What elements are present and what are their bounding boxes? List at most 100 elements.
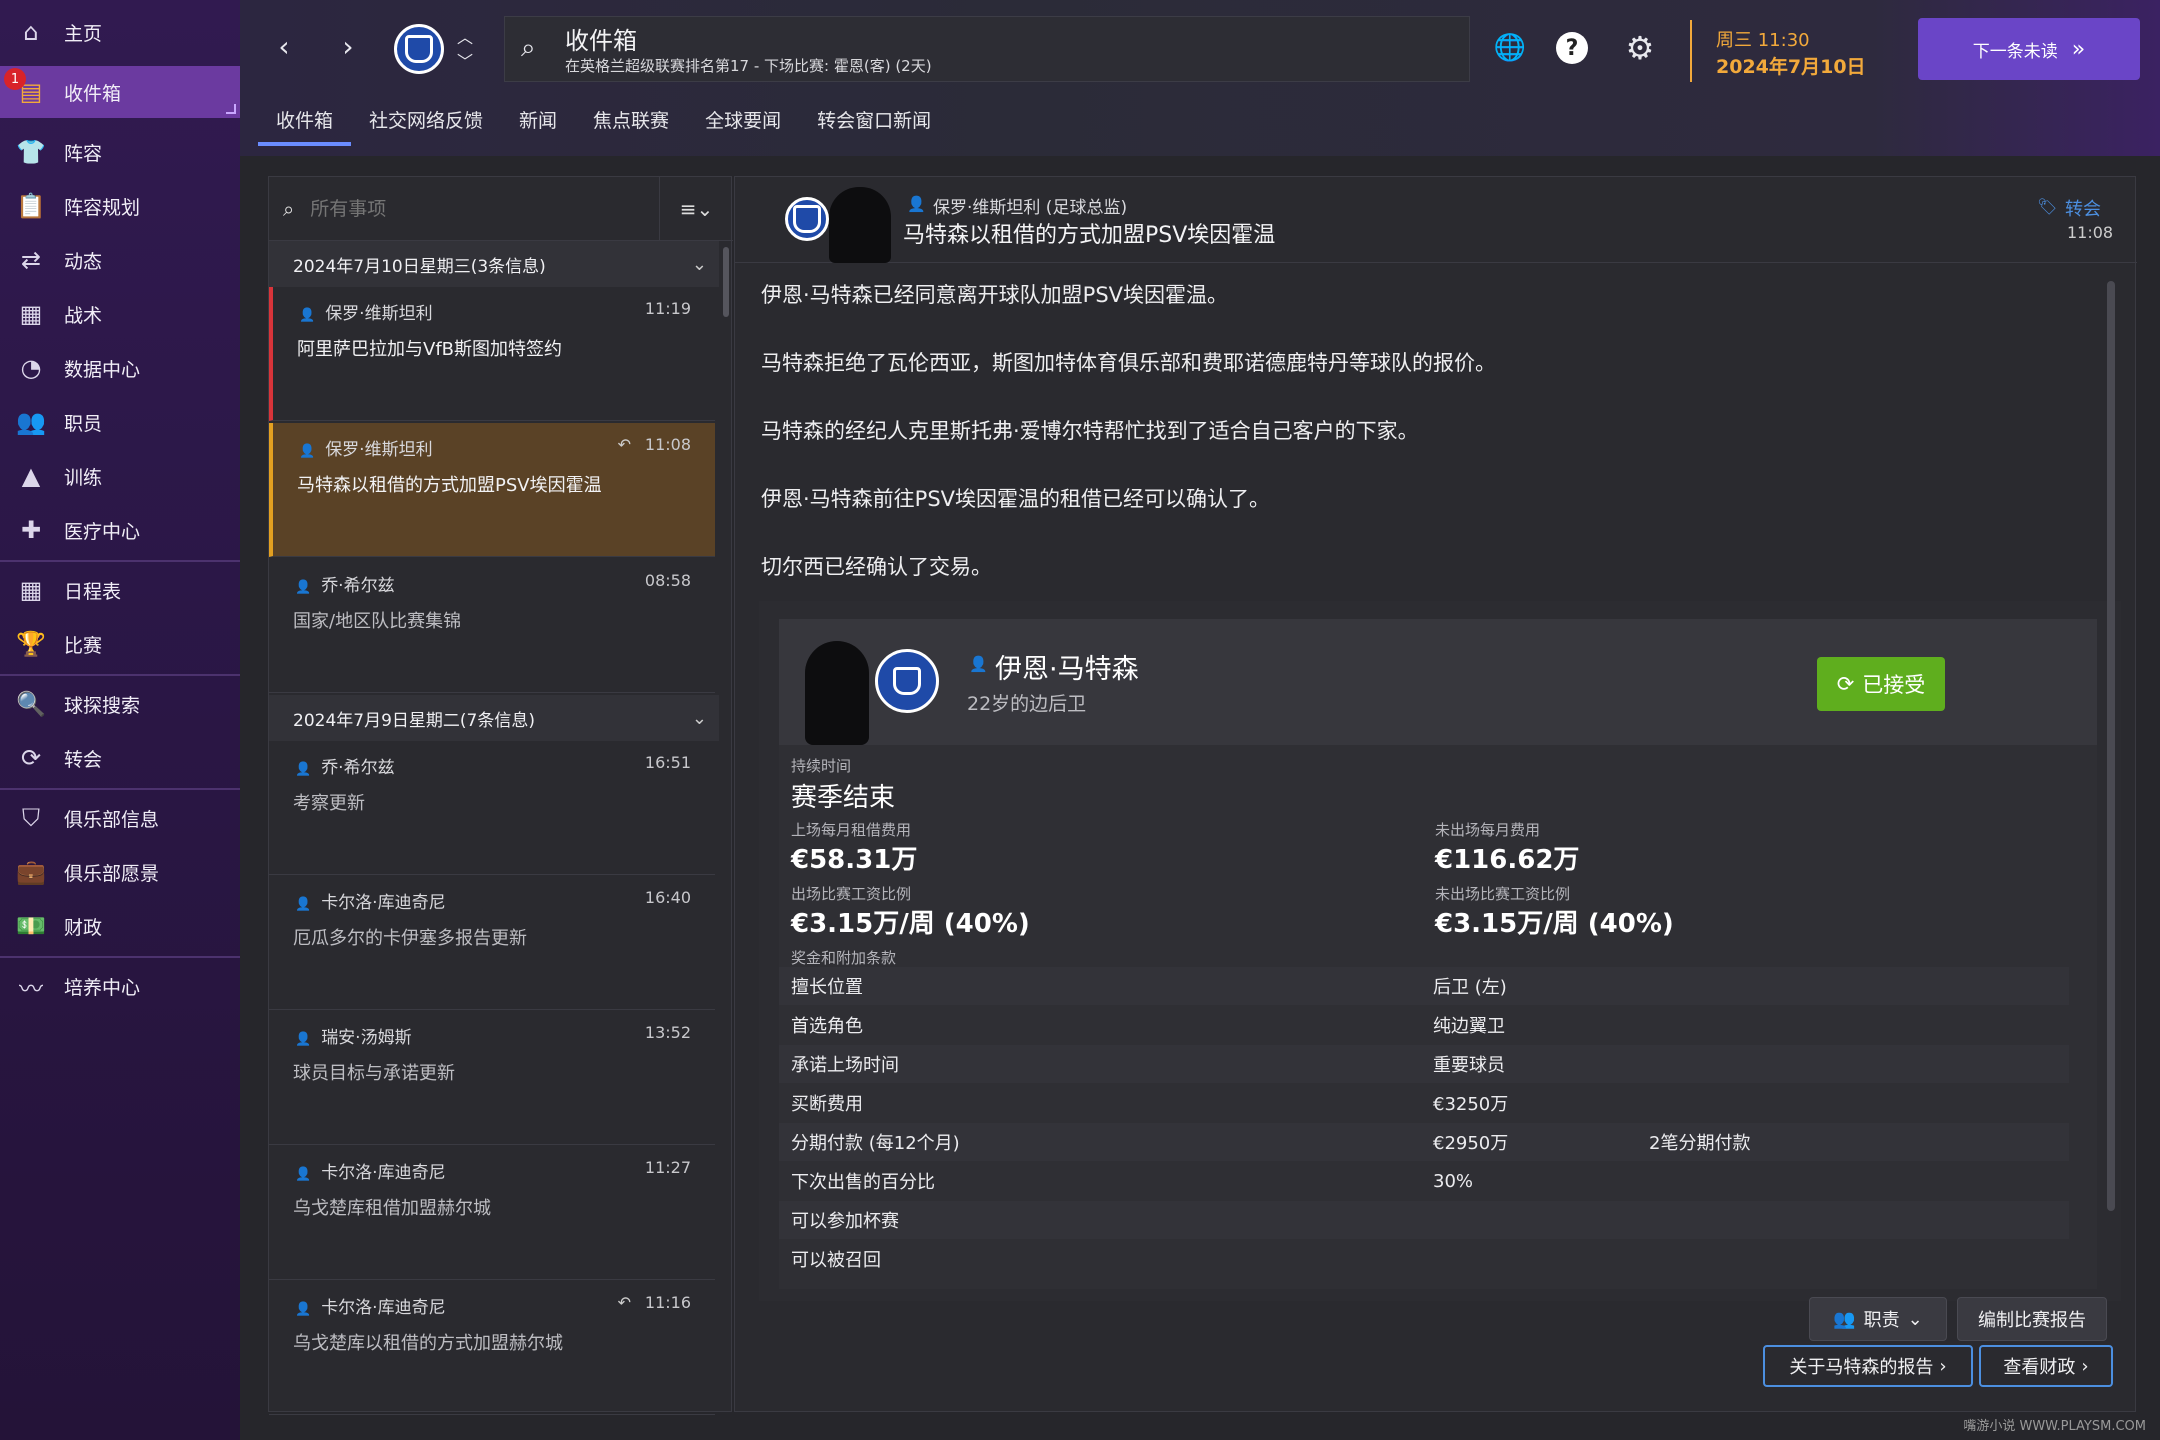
message-paragraph: 马特森的经纪人克里斯托弗·爱博尔特帮忙找到了适合自己客户的下家。 [761, 419, 1419, 443]
group-title: 2024年7月10日星期三(3条信息) [293, 256, 546, 277]
nav-squad[interactable]: 👕 阵容 [0, 126, 240, 178]
tab-inbox[interactable]: 收件箱 [258, 100, 352, 146]
back-button[interactable]: ‹ [264, 26, 304, 66]
nav-scouting[interactable]: 🔍 球探搜索 [0, 678, 240, 730]
nav-label: 主页 [64, 22, 103, 45]
nav-competitions[interactable]: 🏆 比赛 [0, 618, 240, 670]
list-item[interactable]: 乔·希尔兹 08:58 国家/地区队比赛集锦 [269, 559, 715, 693]
tab-transfer-window[interactable]: 转会窗口新闻 [799, 100, 949, 146]
row-key: 可以参加杯赛 [791, 1211, 899, 1232]
help-icon[interactable]: ? [1556, 32, 1588, 64]
next-unread-button[interactable]: 下一条未读 » [1918, 18, 2140, 80]
filter-menu-button[interactable]: ≡⌄ [659, 177, 733, 241]
duty-dropdown-button[interactable]: 👥 职责 ⌄ [1809, 1297, 1947, 1341]
message-time: 11:19 [644, 299, 691, 318]
view-finances-button[interactable]: 查看财政 › [1979, 1345, 2113, 1387]
nav-staff[interactable]: 👥 职员 [0, 396, 240, 448]
nav-home[interactable]: ⌂ 主页 [0, 6, 240, 58]
trophy-icon: 🏆 [16, 630, 46, 658]
current-date: 2024年7月10日 [1716, 56, 1866, 78]
nav-label: 阵容规划 [64, 196, 141, 219]
chevron-down-icon: ⌄ [1907, 1308, 1923, 1330]
message-paragraph: 马特森拒绝了瓦伦西亚，斯图加特体育俱乐部和费耶诺德鹿特丹等球队的报价。 [761, 351, 1496, 375]
nav-label: 训练 [64, 466, 103, 489]
nav-finances[interactable]: 💵 财政 [0, 900, 240, 952]
fee-unplayed-label: 未出场每月费用 [1435, 821, 1541, 839]
nav-data-hub[interactable]: ◔ 数据中心 [0, 342, 240, 394]
list-item[interactable]: 保罗·维斯坦利 11:19 阿里萨巴拉加与VfB斯图加特签约 [269, 287, 715, 421]
nav-transfers[interactable]: ⟳ 转会 [0, 732, 240, 784]
match-report-button[interactable]: 编制比赛报告 [1957, 1297, 2107, 1341]
message-category[interactable]: 转会 [2065, 195, 2101, 221]
group-header-jul9[interactable]: 2024年7月9日星期二(7条信息) ⌄ [269, 695, 719, 741]
club-switcher-arrows[interactable]: ︿ ﹀ [450, 26, 480, 71]
top-bar: ‹ › ︿ ﹀ ⌕ 收件箱 在英格兰超级联赛排名第17 - 下场比赛: 霍恩(客)… [240, 0, 2160, 156]
nav-label: 培养中心 [64, 976, 141, 999]
tab-news[interactable]: 新闻 [501, 100, 575, 146]
player-avatar[interactable] [805, 641, 869, 745]
tab-focus-league[interactable]: 焦点联赛 [575, 100, 687, 146]
list-filter-icon: ≡⌄ [679, 196, 714, 221]
search-input[interactable] [310, 197, 631, 220]
nav-inbox[interactable]: ▤ 收件箱 [0, 66, 240, 118]
nav-label: 阵容 [64, 142, 103, 165]
chevron-down-icon: ⌄ [691, 253, 707, 275]
nav-medical[interactable]: ✚ 医疗中心 [0, 504, 240, 556]
detail-scrollbar[interactable] [2107, 281, 2115, 1211]
search-icon[interactable]: ⌕ [521, 33, 536, 64]
message-sender: 乔·希尔兹 [295, 571, 394, 596]
sender-icon: 👤 [907, 195, 926, 213]
tab-world-news[interactable]: 全球要闻 [687, 100, 799, 146]
message-sender: 瑞安·汤姆斯 [295, 1023, 411, 1048]
nav-squad-planner[interactable]: 📋 阵容规划 [0, 180, 240, 232]
globe-icon[interactable]: 🌐 [1490, 28, 1530, 68]
nav-label: 比赛 [64, 634, 103, 657]
status-badge: ⟳ 已接受 [1817, 657, 1945, 711]
bonus-label: 奖金和附加条款 [791, 949, 897, 967]
nav-development[interactable]: 〰培养中心 [0, 960, 240, 1012]
gear-icon[interactable]: ⚙ [1620, 28, 1660, 68]
inbox-search[interactable]: ⌕ [269, 177, 659, 241]
nav-club-vision[interactable]: 💼 俱乐部愿景 [0, 846, 240, 898]
briefcase-icon: 💼 [16, 858, 46, 886]
message-sender: 保罗·维斯坦利 (足球总监) [933, 198, 1128, 218]
player-name[interactable]: 伊恩·马特森 [995, 647, 1139, 686]
list-item[interactable]: 乔·希尔兹 16:51 考察更新 [269, 741, 715, 875]
inbox-tabs: 收件箱 社交网络反馈 新闻 焦点联赛 全球要闻 转会窗口新闻 [258, 100, 949, 146]
nav-tactics[interactable]: ▦ 战术 [0, 288, 240, 340]
message-sender: 卡尔洛·库迪奇尼 [295, 1293, 445, 1318]
group-header-jul10[interactable]: 2024年7月10日星期三(3条信息) ⌄ [269, 241, 719, 287]
message-time: 13:52 [644, 1023, 691, 1042]
unread-badge: 1 [4, 68, 26, 90]
chevron-right-icon: › [2081, 1355, 2089, 1377]
list-item-selected[interactable]: 保罗·维斯坦利 ↶ 11:08 马特森以租借的方式加盟PSV埃因霍温 [269, 423, 715, 557]
list-item[interactable]: 卡尔洛·库迪奇尼 ↶ 11:16 乌戈楚库以租借的方式加盟赫尔城 [269, 1281, 715, 1415]
list-item[interactable]: 卡尔洛·库迪奇尼 16:40 厄瓜多尔的卡伊塞多报告更新 [269, 876, 715, 1010]
table-row: 可以被召回 [779, 1240, 2069, 1278]
row-value: 后卫 (左) [1433, 977, 1507, 998]
tab-social-feedback[interactable]: 社交网络反馈 [351, 100, 501, 146]
club-crest-icon[interactable] [394, 24, 444, 74]
date-panel[interactable]: 周三 11:30 2024年7月10日 [1690, 20, 1900, 82]
nav-label: 动态 [64, 250, 103, 273]
development-icon: 〰 [19, 974, 43, 1003]
nav-training[interactable]: ▲ 训练 [0, 450, 240, 502]
message-paragraph: 切尔西已经确认了交易。 [761, 555, 992, 579]
list-item[interactable]: 卡尔洛·库迪奇尼 11:27 乌戈楚库租借加盟赫尔城 [269, 1146, 715, 1280]
list-item[interactable]: 瑞安·汤姆斯 13:52 球员目标与承诺更新 [269, 1011, 715, 1145]
message-subject: 考察更新 [293, 793, 365, 814]
table-row: 下次出售的百分比 30% [779, 1162, 2069, 1200]
nav-club-info[interactable]: ⛉ 俱乐部信息 [0, 792, 240, 844]
table-row: 可以参加杯赛 [779, 1201, 2069, 1239]
nav-schedule[interactable]: ▦ 日程表 [0, 564, 240, 616]
calendar-icon: ▦ [19, 576, 43, 604]
list-scrollbar[interactable] [723, 247, 729, 317]
message-detail-panel: 👤 保罗·维斯坦利 (足球总监) 马特森以租借的方式加盟PSV埃因霍温 🏷 转会… [734, 176, 2137, 1412]
fee-unplayed-value: €116.62万 [1435, 845, 1580, 875]
table-row: 首选角色 纯边翼卫 [779, 1006, 2069, 1044]
money-icon: 💵 [16, 912, 46, 940]
forward-button[interactable]: › [328, 26, 368, 66]
nav-dynamics[interactable]: ⇄ 动态 [0, 234, 240, 286]
player-report-button[interactable]: 关于马特森的报告 › [1763, 1345, 1973, 1387]
sender-avatar [829, 187, 891, 263]
